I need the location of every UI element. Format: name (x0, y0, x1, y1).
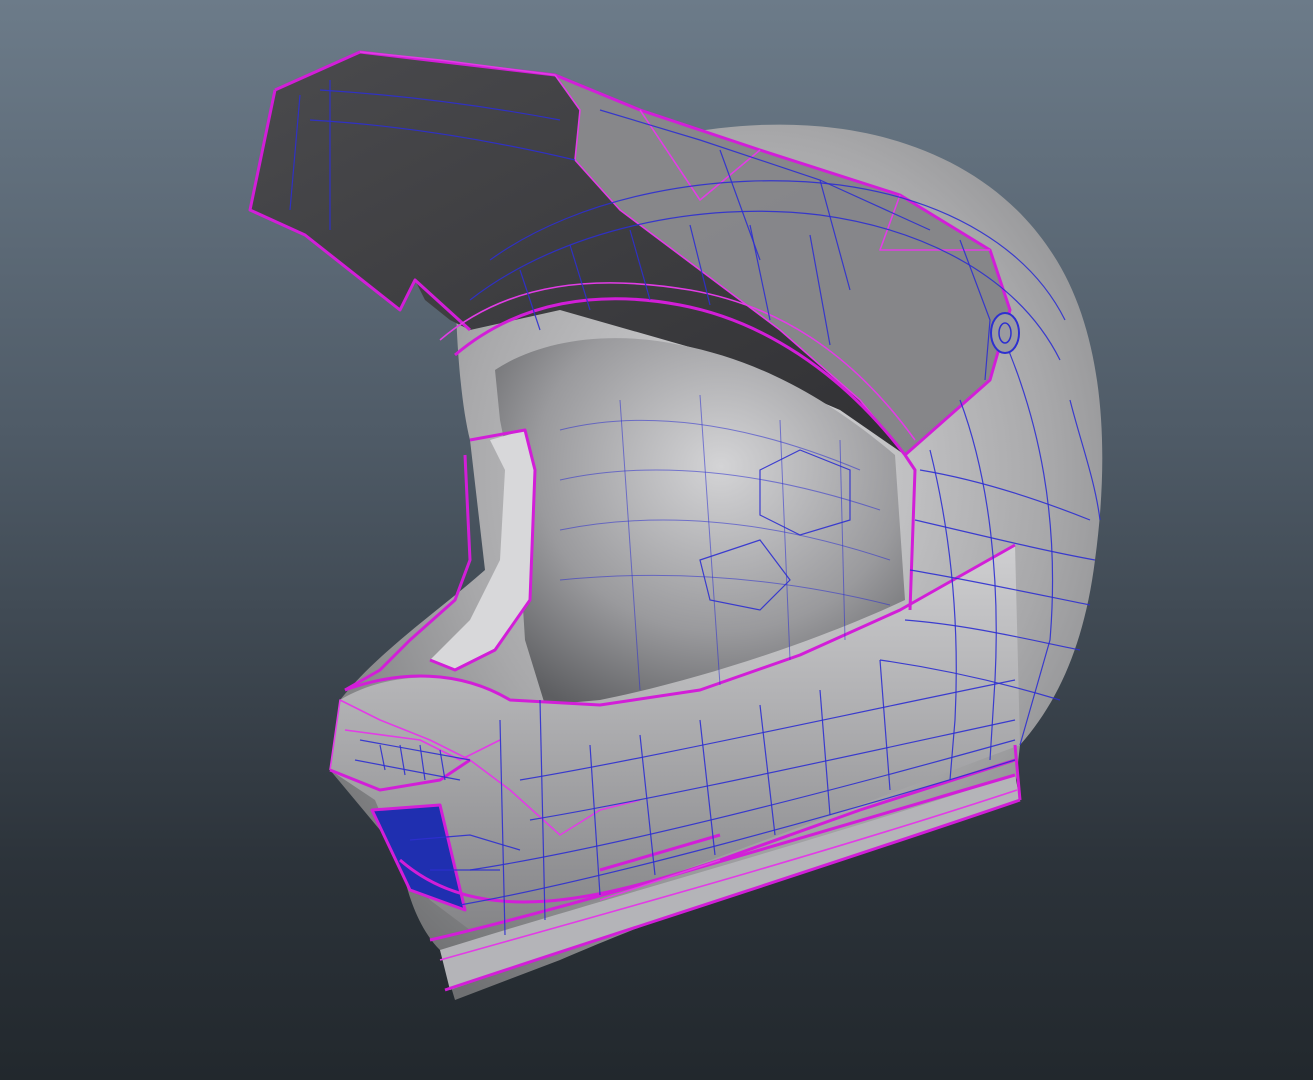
visor-screw (990, 312, 1020, 354)
3d-viewport[interactable] (0, 0, 1313, 1080)
helmet-model[interactable] (0, 0, 1313, 1080)
